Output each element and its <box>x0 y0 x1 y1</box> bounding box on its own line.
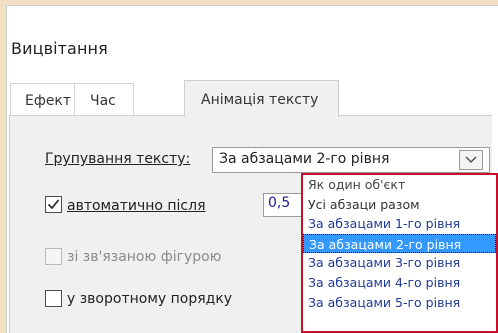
tab-effect[interactable]: Ефект <box>10 83 75 116</box>
auto-after-seconds-input[interactable]: 0,5 <box>263 193 303 217</box>
grouping-value: За абзацами 2-го рівня <box>219 151 390 167</box>
dropdown-option-level-3[interactable]: За абзацами 3-го рівня <box>303 253 496 273</box>
auto-after-label: автоматично після <box>67 198 206 214</box>
attached-shape-label: зі зв'язаною фігурою <box>67 249 222 265</box>
dialog-title: Вицвітання <box>11 39 108 58</box>
reverse-order-label: у зворотному порядку <box>67 291 233 307</box>
auto-after-label-text: автоматично після <box>67 198 206 214</box>
attached-shape-checkbox[interactable] <box>45 248 62 265</box>
dropdown-option-level-5[interactable]: За абзацами 5-го рівня <box>303 293 496 313</box>
dropdown-option-all-paragraphs-at-once[interactable]: Усі абзаци разом <box>303 195 496 215</box>
tab-timing-label: Час <box>90 93 116 109</box>
checkmark-icon <box>47 199 60 210</box>
reverse-order-checkbox[interactable] <box>45 290 62 307</box>
dropdown-option-as-one-object[interactable]: Як один об'єкт <box>303 175 496 195</box>
chevron-down-icon <box>465 156 477 163</box>
grouping-combobox[interactable]: За абзацами 2-го рівня <box>212 147 490 173</box>
tab-timing[interactable]: Час <box>74 83 134 116</box>
grouping-label: Групування тексту: <box>45 151 191 167</box>
auto-after-checkbox[interactable] <box>45 196 62 213</box>
tab-text-animation[interactable]: Анімація тексту <box>184 80 339 117</box>
dropdown-option-level-1[interactable]: За абзацами 1-го рівня <box>303 214 496 234</box>
tab-text-animation-label: Анімація тексту <box>201 92 319 108</box>
grouping-dropdown-list[interactable]: Як один об'єкт Усі абзаци разом За абзац… <box>301 173 498 333</box>
dropdown-option-level-2[interactable]: За абзацами 2-го рівня <box>303 233 496 254</box>
combo-dropdown-button[interactable] <box>459 150 483 170</box>
tab-effect-label: Ефект <box>25 93 72 109</box>
dropdown-option-level-4[interactable]: За абзацами 4-го рівня <box>303 273 496 293</box>
